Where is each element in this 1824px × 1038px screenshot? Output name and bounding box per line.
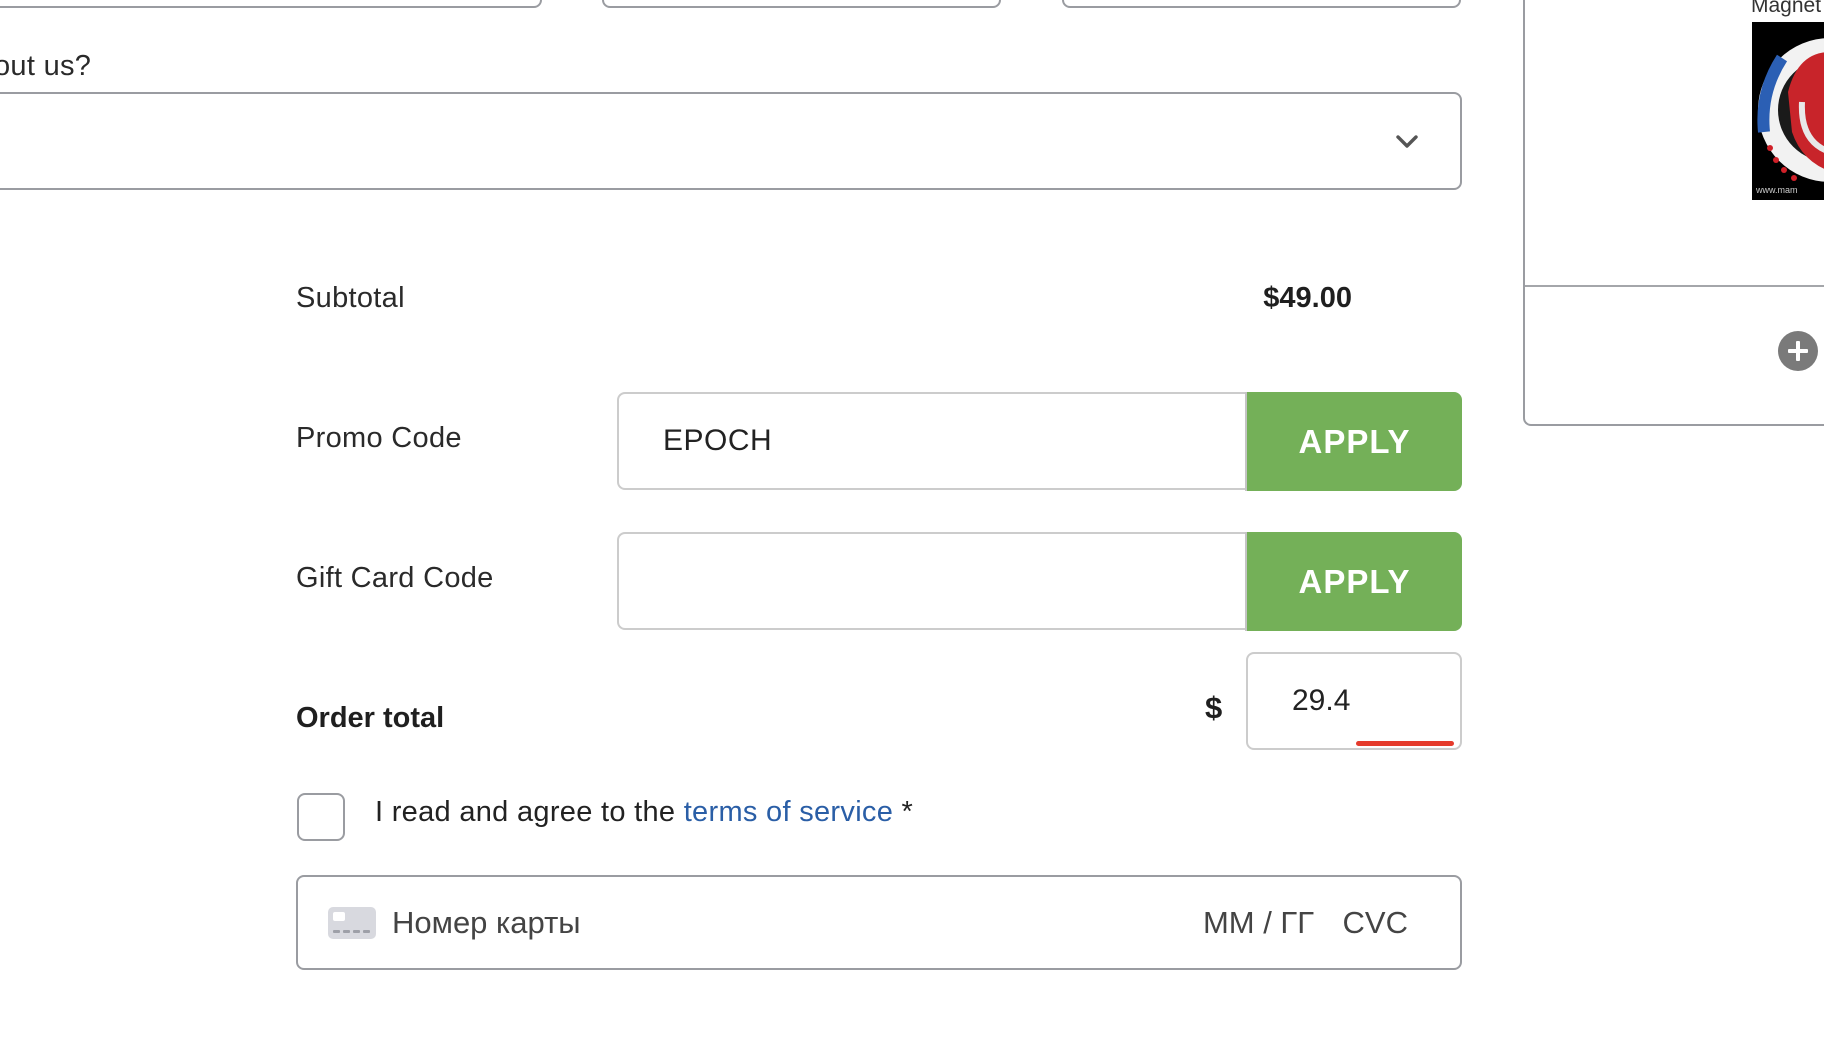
promo-code-label: Promo Code — [296, 422, 462, 454]
add-item-icon[interactable] — [1778, 331, 1818, 371]
thumb-caption: www.mam — [1755, 185, 1798, 195]
chevron-down-icon — [1396, 135, 1418, 148]
mammoth-logo-icon: www.mam — [1752, 22, 1824, 200]
subtotal-label: Subtotal — [296, 282, 405, 314]
form-input-partial-2[interactable] — [602, 0, 1001, 8]
card-cvc-placeholder[interactable]: CVC — [1343, 905, 1408, 941]
form-input-partial-3[interactable] — [1062, 0, 1461, 8]
promo-code-input[interactable] — [617, 392, 1247, 490]
terms-required-mark: * — [893, 796, 914, 828]
gift-card-apply-button[interactable]: APPLY — [1245, 532, 1462, 631]
card-expiry-placeholder[interactable]: ММ / ГГ — [1203, 905, 1314, 941]
terms-of-service-link[interactable]: terms of service — [684, 796, 893, 828]
product-thumbnail: www.mam — [1752, 22, 1824, 200]
credit-card-icon — [328, 907, 376, 939]
order-total-input[interactable] — [1246, 652, 1462, 750]
terms-text: I read and agree to the terms of service… — [375, 796, 913, 829]
terms-checkbox[interactable] — [297, 793, 345, 841]
form-input-partial-1[interactable] — [0, 0, 542, 8]
card-number-placeholder[interactable]: Номер карты — [392, 905, 581, 941]
referral-label: out us? — [0, 50, 92, 82]
card-input-field[interactable]: Номер карты ММ / ГГ CVC — [296, 875, 1462, 970]
spellcheck-underline — [1356, 741, 1454, 746]
subtotal-value: $49.00 — [1263, 282, 1352, 314]
terms-prefix: I read and agree to the — [375, 796, 684, 828]
referral-select[interactable] — [0, 92, 1462, 190]
cart-panel-divider — [1525, 285, 1824, 287]
currency-symbol: $ — [1205, 690, 1223, 725]
product-name: Magnet — [1751, 0, 1822, 17]
gift-card-input[interactable] — [617, 532, 1247, 630]
gift-card-label: Gift Card Code — [296, 562, 494, 594]
promo-apply-button[interactable]: APPLY — [1245, 392, 1462, 491]
order-total-label: Order total — [296, 702, 445, 734]
